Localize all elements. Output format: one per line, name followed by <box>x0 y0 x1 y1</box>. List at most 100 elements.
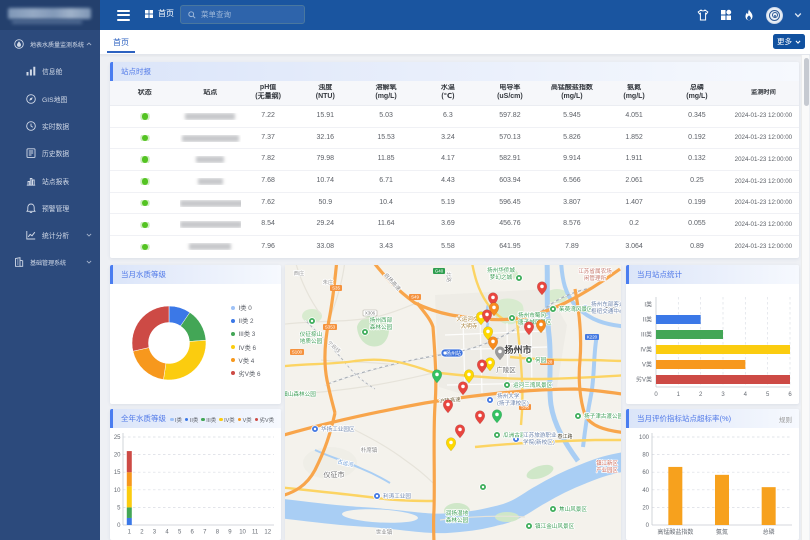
table-row[interactable]: 7.8279.9811.854.17582.919.9141.9110.1322… <box>110 149 799 171</box>
station-panel-title: 站点时报 <box>121 66 151 77</box>
value-cell: 2024-01-23 12:00:00 <box>729 221 799 229</box>
sidebar-group-1[interactable]: 基础管理系统 <box>0 249 100 276</box>
status-cell <box>110 178 180 185</box>
donut-slice-V类[interactable] <box>133 348 166 380</box>
status-dot-green <box>142 178 149 185</box>
hbar-IV类[interactable] <box>656 345 790 354</box>
status-cell <box>110 156 180 163</box>
hamburger-icon[interactable] <box>117 10 130 21</box>
hbar-劣V类[interactable] <box>656 375 790 384</box>
park-poi-icon[interactable] <box>516 275 523 282</box>
vbar-高锰酸盐指数[interactable] <box>668 467 682 525</box>
donut-slice-IV类[interactable] <box>163 340 206 380</box>
railway-station-badge[interactable]: 扬州站 <box>441 349 463 357</box>
park-poi-icon[interactable] <box>550 306 557 313</box>
svg-text:S35: S35 <box>332 286 340 291</box>
year-legend-II类[interactable]: II类 <box>185 416 198 424</box>
flame-icon[interactable] <box>743 9 755 21</box>
park-poi-icon[interactable] <box>550 506 557 513</box>
scrollbar-track[interactable] <box>801 55 809 540</box>
vbar-氨氮[interactable] <box>715 475 729 525</box>
map-label: 江苏省属农场 <box>578 267 612 275</box>
sidebar-item-统计分析[interactable]: 统计分析 <box>0 222 100 249</box>
svg-text:40: 40 <box>642 488 649 494</box>
svg-text:11: 11 <box>252 530 259 536</box>
station-name-redacted <box>185 113 235 120</box>
year-legend-IV类[interactable]: IV类 <box>219 416 234 424</box>
indicator-rate-panel-title: 当月评价指标站点超标率(%) <box>637 413 731 424</box>
value-cell: 5.03 <box>355 112 417 121</box>
scrollbar-thumb[interactable] <box>804 58 809 106</box>
year-legend-I类[interactable]: I类 <box>170 416 182 424</box>
hbar-V类[interactable] <box>656 360 745 369</box>
table-row[interactable]: 8.5429.2411.643.69456.768.5760.20.055202… <box>110 214 799 236</box>
donut-slice-劣V类[interactable] <box>132 306 169 351</box>
chevron-up-icon <box>86 41 92 47</box>
legend-item-I类[interactable]: I类 0 <box>231 303 261 312</box>
park-poi-icon[interactable] <box>509 315 516 322</box>
value-cell: 0.132 <box>665 155 728 164</box>
value-cell: 8.576 <box>541 220 603 229</box>
sidebar-item-站点报表[interactable]: 站点报表 <box>0 167 100 194</box>
hbar-II类[interactable] <box>656 315 701 324</box>
place-poi-icon[interactable] <box>374 493 381 500</box>
year-legend-III类[interactable]: III类 <box>201 416 216 424</box>
value-cell: 2.061 <box>603 177 665 186</box>
hbar-III类[interactable] <box>656 330 723 339</box>
table-row[interactable]: 7.6810.746.714.43603.946.5662.0610.25202… <box>110 171 799 193</box>
sidebar-item-实时数据[interactable]: 实时数据 <box>0 112 100 139</box>
place-poi-icon[interactable] <box>487 397 494 404</box>
map-canvas[interactable]: S35S49S353X306G40S100K220G328S36扬州站扬州市广陵… <box>285 265 621 540</box>
svg-text:15: 15 <box>114 470 121 476</box>
table-row[interactable]: 7.2215.915.036.3597.825.9454.0510.345202… <box>110 106 799 128</box>
park-poi-icon[interactable] <box>526 523 533 530</box>
svg-text:K220: K220 <box>587 335 598 340</box>
park-poi-icon[interactable] <box>480 484 487 491</box>
indicator-rate-rules-link[interactable]: 规则 <box>779 414 792 424</box>
status-cell <box>110 222 180 229</box>
stack-seg-V类[interactable] <box>127 472 132 486</box>
table-row[interactable]: 7.3732.1615.533.24570.135.8261.8520.1922… <box>110 128 799 150</box>
place-poi-icon[interactable] <box>312 426 319 433</box>
year-legend-劣V类[interactable]: 劣V类 <box>255 416 274 424</box>
legend-item-V类[interactable]: V类 4 <box>231 356 261 365</box>
sidebar-item-GIS地图[interactable]: GIS地图 <box>0 85 100 112</box>
park-poi-icon[interactable] <box>575 413 582 420</box>
breadcrumb[interactable]: 首页 <box>145 8 174 19</box>
station-name-cell <box>180 113 241 120</box>
sidebar-item-信息舱[interactable]: 信息舱 <box>0 58 100 85</box>
avatar[interactable] <box>766 7 783 24</box>
stack-seg-II类[interactable] <box>127 518 132 525</box>
year-legend-V类[interactable]: V类 <box>238 416 252 424</box>
sidebar-item-预警管理[interactable]: 预警管理 <box>0 194 100 221</box>
theme-icon[interactable] <box>697 9 709 21</box>
legend-item-III类[interactable]: III类 3 <box>231 329 261 338</box>
legend-item-II类[interactable]: II类 2 <box>231 316 261 325</box>
vbar-总磷[interactable] <box>762 487 776 525</box>
map-label: 朴席镇 <box>361 446 378 454</box>
svg-text:9: 9 <box>228 530 232 536</box>
more-button[interactable]: 更多 <box>773 34 805 49</box>
table-row[interactable]: 7.6250.910.45.19596.453.8071.4070.199202… <box>110 193 799 215</box>
stack-seg-劣V类[interactable] <box>127 451 132 472</box>
park-poi-icon[interactable] <box>504 382 511 389</box>
search-input[interactable]: 菜单查询 <box>180 5 305 24</box>
stack-seg-III类[interactable] <box>127 507 132 518</box>
park-poi-icon[interactable] <box>494 432 501 439</box>
park-poi-icon[interactable] <box>526 357 533 364</box>
user-chevron-down-icon[interactable] <box>794 11 802 19</box>
sidebar-group-0[interactable]: 地表水质量监测系统 <box>0 31 100 58</box>
map-panel[interactable]: S35S49S353X306G40S100K220G328S36扬州站扬州市广陵… <box>285 265 621 540</box>
value-cell: 597.82 <box>479 112 541 121</box>
park-poi-icon[interactable] <box>309 318 316 325</box>
legend-item-IV类[interactable]: IV类 6 <box>231 343 261 352</box>
map-label: 焦山风景区 <box>559 505 587 513</box>
stack-seg-IV类[interactable] <box>127 486 132 507</box>
sidebar-item-label: 历史数据 <box>42 148 69 158</box>
legend-item-劣V类[interactable]: 劣V类 6 <box>231 369 261 378</box>
park-poi-icon[interactable] <box>362 329 369 336</box>
value-cell: 456.76 <box>479 220 541 229</box>
layout-icon[interactable] <box>720 9 732 21</box>
sidebar-item-历史数据[interactable]: 历史数据 <box>0 140 100 167</box>
table-row[interactable]: 7.9633.083.435.58641.957.893.0640.892024… <box>110 236 799 258</box>
